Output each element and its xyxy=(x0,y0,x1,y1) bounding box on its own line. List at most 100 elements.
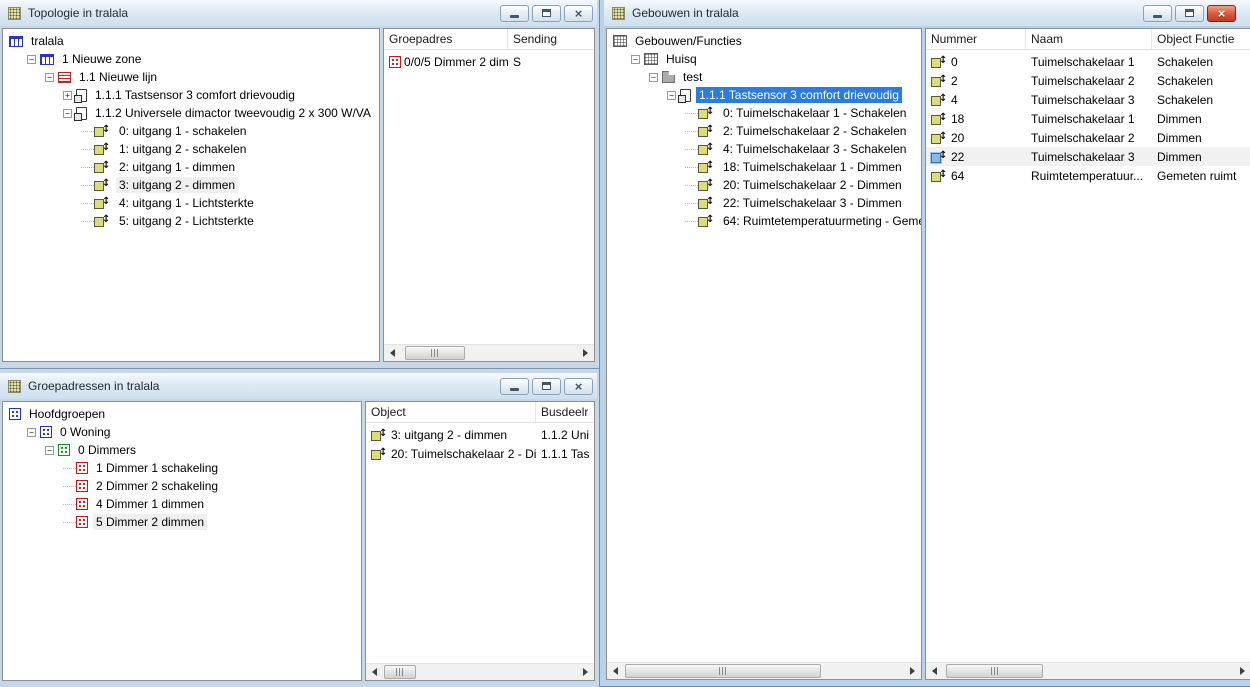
scroll-right-button[interactable] xyxy=(904,663,921,679)
table-row[interactable]: 2Tuimelschakelaar 2Schakelen xyxy=(926,71,1250,90)
horizontal-scrollbar[interactable] xyxy=(926,662,1250,679)
tree-item[interactable]: 1 Dimmer 1 schakeling xyxy=(3,459,361,477)
scroll-right-button[interactable] xyxy=(1234,663,1250,679)
tree-connector xyxy=(685,221,698,222)
tree-item[interactable]: 0: Tuimelschakelaar 1 - Schakelen xyxy=(607,104,921,122)
horizontal-scrollbar[interactable] xyxy=(607,662,921,679)
table-row[interactable]: 22Tuimelschakelaar 3Dimmen xyxy=(926,147,1250,166)
column-header[interactable]: Sending xyxy=(508,29,594,49)
scroll-right-button[interactable] xyxy=(577,345,594,361)
collapse-icon[interactable]: − xyxy=(649,73,658,82)
column-header[interactable]: Nummer xyxy=(926,29,1026,49)
scrollbar-thumb[interactable] xyxy=(625,664,821,678)
scroll-left-button[interactable] xyxy=(607,663,624,679)
tree-item[interactable]: −0 Dimmers xyxy=(3,441,361,459)
collapse-icon[interactable]: − xyxy=(45,73,54,82)
table-row[interactable]: 3: uitgang 2 - dimmen1.1.2 Uni xyxy=(366,425,594,444)
scrollbar-track[interactable] xyxy=(624,663,904,679)
collapse-icon[interactable]: − xyxy=(667,91,676,100)
scrollbar-thumb[interactable] xyxy=(405,346,465,360)
scrollbar-thumb[interactable] xyxy=(384,665,416,679)
restore-icon xyxy=(542,382,551,390)
list-body: 0/0/5 Dimmer 2 dimmenS xyxy=(384,50,594,344)
scroll-left-button[interactable] xyxy=(366,664,383,680)
table-row[interactable]: 64Ruimtetemperatuur...Gemeten ruimt xyxy=(926,166,1250,185)
minimize-button[interactable] xyxy=(500,378,529,395)
close-button[interactable]: × xyxy=(564,378,593,395)
close-button[interactable]: × xyxy=(564,5,593,22)
scrollbar-track[interactable] xyxy=(383,664,577,680)
tree-connector xyxy=(685,185,698,186)
ga-red-icon xyxy=(76,462,88,474)
tree-item[interactable]: −1.1.1 Tastsensor 3 comfort drievoudig xyxy=(607,86,921,104)
collapse-icon[interactable]: − xyxy=(631,55,640,64)
restore-button[interactable] xyxy=(532,5,561,22)
titlebar-gebouwen[interactable]: Gebouwen in tralala × xyxy=(604,0,1250,26)
collapse-icon[interactable]: − xyxy=(63,109,72,118)
scroll-left-button[interactable] xyxy=(384,345,401,361)
tree-item[interactable]: Gebouwen/Functies xyxy=(607,32,921,50)
tree-item[interactable]: 5: uitgang 2 - Lichtsterkte xyxy=(3,212,379,230)
groepadressen-list-panel: ObjectBusdeelr 3: uitgang 2 - dimmen1.1.… xyxy=(365,401,595,681)
device-icon xyxy=(680,89,691,102)
tree-item[interactable]: 2 Dimmer 2 schakeling xyxy=(3,477,361,495)
tree-item[interactable]: 4 Dimmer 1 dimmen xyxy=(3,495,361,513)
titlebar-topologie[interactable]: Topologie in tralala × xyxy=(0,0,597,26)
collapse-icon[interactable]: − xyxy=(45,446,54,455)
column-header[interactable]: Object xyxy=(366,402,536,422)
tree-item[interactable]: 0: uitgang 1 - schakelen xyxy=(3,122,379,140)
horizontal-scrollbar[interactable] xyxy=(366,663,594,680)
close-button[interactable]: × xyxy=(1207,5,1236,22)
tree-item[interactable]: Hoofdgroepen xyxy=(3,405,361,423)
table-row[interactable]: 0/0/5 Dimmer 2 dimmenS xyxy=(384,52,594,71)
tree-item-label: 2: Tuimelschakelaar 2 - Schakelen xyxy=(720,123,909,139)
collapse-icon[interactable]: − xyxy=(27,55,36,64)
scrollbar-track[interactable] xyxy=(943,663,1234,679)
column-header[interactable]: Busdeelr xyxy=(536,402,594,422)
table-row[interactable]: 4Tuimelschakelaar 3Schakelen xyxy=(926,90,1250,109)
tree-item[interactable]: −1 Nieuwe zone xyxy=(3,50,379,68)
tree-indent xyxy=(3,441,45,459)
scrollbar-track[interactable] xyxy=(401,345,577,361)
tree-item[interactable]: −1.1 Nieuwe lijn xyxy=(3,68,379,86)
tree-item[interactable]: 3: uitgang 2 - dimmen xyxy=(3,176,379,194)
tree-item[interactable]: 1: uitgang 2 - schakelen xyxy=(3,140,379,158)
tree-item[interactable]: 2: uitgang 1 - dimmen xyxy=(3,158,379,176)
minimize-button[interactable] xyxy=(500,5,529,22)
list-header: ObjectBusdeelr xyxy=(366,402,594,423)
tree-item[interactable]: −test xyxy=(607,68,921,86)
column-header[interactable]: Object Functie xyxy=(1152,29,1250,49)
tree-item-label: 2 Dimmer 2 schakeling xyxy=(93,478,221,494)
scroll-right-button[interactable] xyxy=(577,664,594,680)
tree-item[interactable]: 4: Tuimelschakelaar 3 - Schakelen xyxy=(607,140,921,158)
expand-icon[interactable]: + xyxy=(63,91,72,100)
restore-button[interactable] xyxy=(1175,5,1204,22)
tree-item[interactable]: 18: Tuimelschakelaar 1 - Dimmen xyxy=(607,158,921,176)
tree-item[interactable]: 5 Dimmer 2 dimmen xyxy=(3,513,361,531)
table-row[interactable]: 0Tuimelschakelaar 1Schakelen xyxy=(926,52,1250,71)
tree-item[interactable]: 20: Tuimelschakelaar 2 - Dimmen xyxy=(607,176,921,194)
column-header[interactable]: Naam xyxy=(1026,29,1152,49)
tree-item[interactable]: 2: Tuimelschakelaar 2 - Schakelen xyxy=(607,122,921,140)
tree-item[interactable]: −0 Woning xyxy=(3,423,361,441)
horizontal-scrollbar[interactable] xyxy=(384,344,594,361)
scrollbar-thumb[interactable] xyxy=(946,664,1043,678)
tree-item[interactable]: 64: Ruimtetemperatuurmeting - Gemet xyxy=(607,212,921,230)
table-row[interactable]: 18Tuimelschakelaar 1Dimmen xyxy=(926,109,1250,128)
tree-item[interactable]: 4: uitgang 1 - Lichtsterkte xyxy=(3,194,379,212)
titlebar-groepadressen[interactable]: Groepadressen in tralala × xyxy=(0,373,597,399)
tree-indent xyxy=(3,477,63,495)
tree-item[interactable]: +1.1.1 Tastsensor 3 comfort drievoudig xyxy=(3,86,379,104)
scroll-left-button[interactable] xyxy=(926,663,943,679)
minimize-button[interactable] xyxy=(1143,5,1172,22)
column-header[interactable]: Groepadres xyxy=(384,29,508,49)
tree-item[interactable]: −1.1.2 Universele dimactor tweevoudig 2 … xyxy=(3,104,379,122)
tree-item[interactable]: −Huisq xyxy=(607,50,921,68)
collapse-icon[interactable]: − xyxy=(27,428,36,437)
tree-item[interactable]: tralala xyxy=(3,32,379,50)
table-row[interactable]: 20Tuimelschakelaar 2Dimmen xyxy=(926,128,1250,147)
restore-button[interactable] xyxy=(532,378,561,395)
tree-item[interactable]: 22: Tuimelschakelaar 3 - Dimmen xyxy=(607,194,921,212)
table-row[interactable]: 20: Tuimelschakelaar 2 - Di...1.1.1 Tas xyxy=(366,444,594,463)
table-cell: Dimmen xyxy=(1152,150,1250,164)
